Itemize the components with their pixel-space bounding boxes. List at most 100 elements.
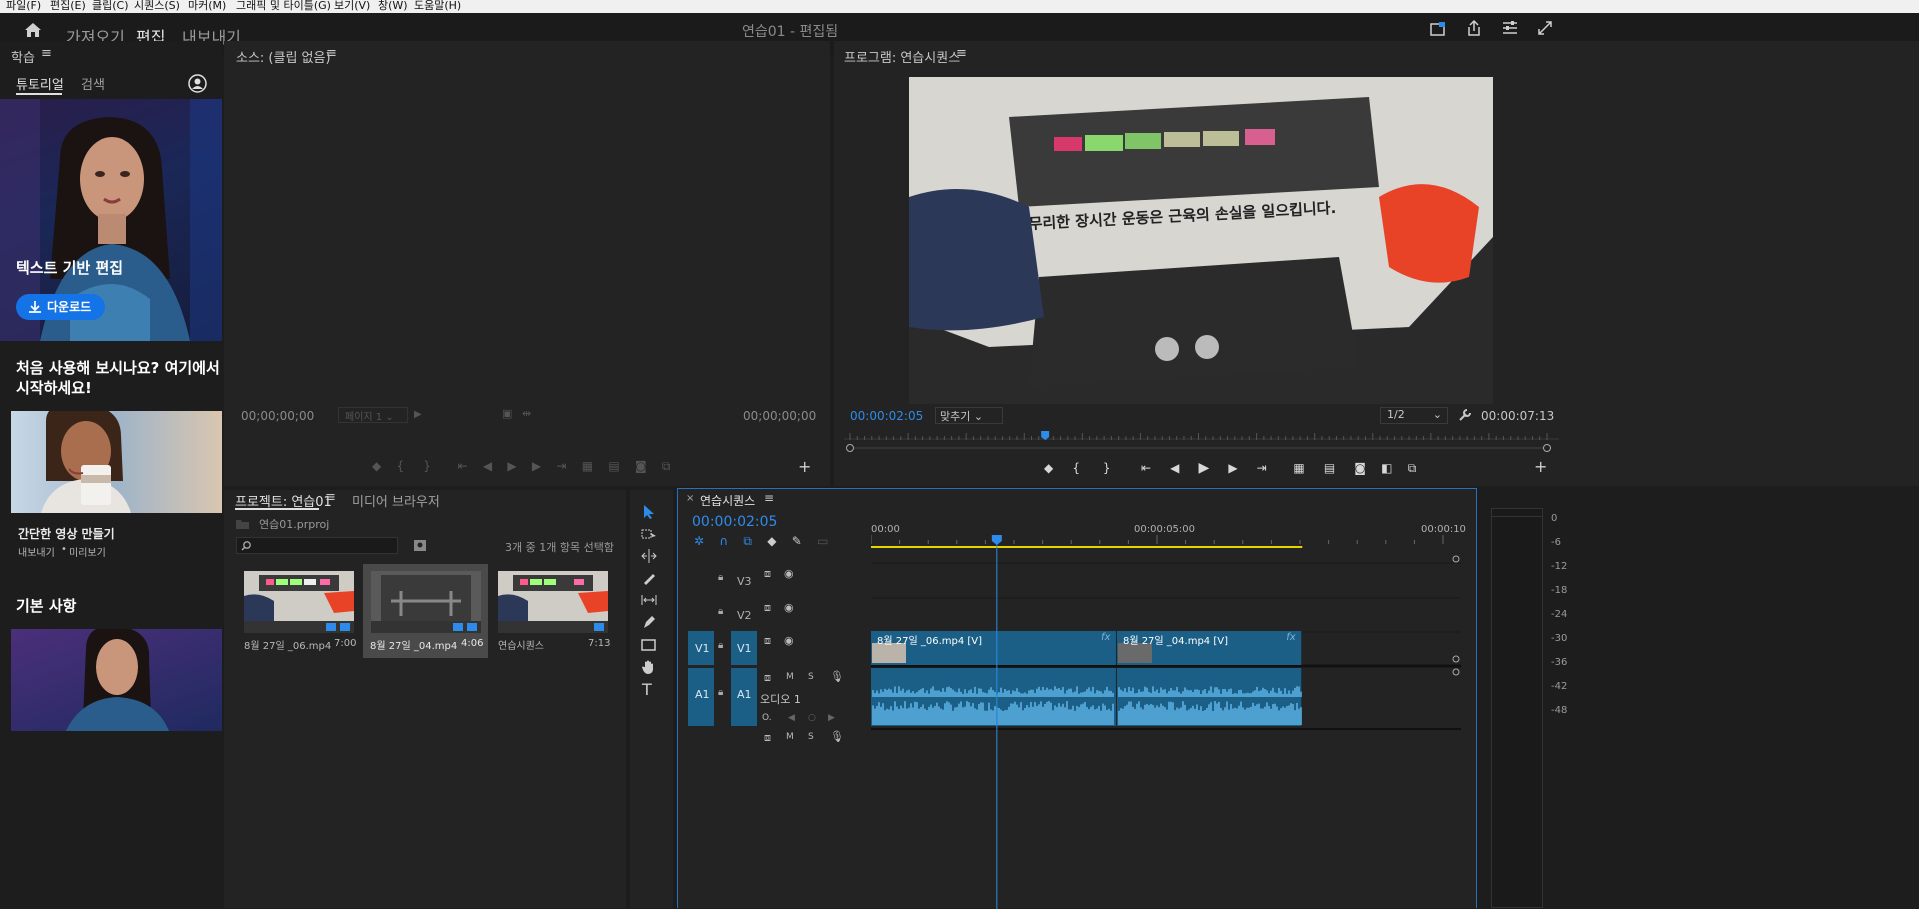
nest-toggle-icon[interactable]: ✲: [694, 534, 704, 548]
v3-track-label[interactable]: V3: [737, 575, 752, 588]
v1-sync-icon[interactable]: ⧈: [764, 634, 771, 648]
v2-sync-icon[interactable]: ⧈: [764, 601, 771, 615]
captions-icon[interactable]: ▭: [817, 534, 828, 548]
ripple-edit-icon[interactable]: [641, 549, 657, 563]
timeline-playhead-handle[interactable]: [991, 535, 1002, 545]
a1-voiceover-mic-icon[interactable]: 🎙︎: [830, 670, 844, 683]
project-item-clip-06[interactable]: 8월 27일 _06.mp4 7:00: [238, 571, 360, 658]
home-icon[interactable]: [23, 21, 43, 39]
workspace-icon[interactable]: [1502, 21, 1518, 35]
work-area-bar[interactable]: [871, 546, 1303, 548]
add-marker-timeline-icon[interactable]: ◆: [767, 534, 776, 548]
step-forward-icon[interactable]: ▶: [1228, 461, 1237, 475]
tutorial-card-image[interactable]: [11, 411, 222, 513]
timeline-timecode[interactable]: 00:00:02:05: [692, 514, 777, 530]
menu-help[interactable]: 도움말(H): [414, 0, 461, 13]
step-back-icon[interactable]: ◀: [1170, 461, 1179, 475]
go-to-in-icon[interactable]: ⇤: [1141, 461, 1151, 475]
extract-icon[interactable]: ▤: [1324, 461, 1335, 475]
menu-graphics[interactable]: 그래픽 및 타이틀(G): [236, 0, 331, 13]
mark-out-icon[interactable]: }: [1103, 461, 1111, 475]
v1-lock-icon[interactable]: 🔒︎: [718, 640, 723, 651]
program-playhead-timecode[interactable]: 00:00:02:05: [850, 409, 923, 423]
program-add-button-icon[interactable]: +: [1534, 457, 1547, 476]
type-tool-icon[interactable]: T: [642, 680, 652, 699]
source-add-button-icon[interactable]: +: [798, 457, 811, 476]
v2-eye-icon[interactable]: ◉: [784, 601, 794, 614]
fit-zoom-select[interactable]: 맞추기 ⌄: [935, 407, 1003, 424]
go-to-out-icon[interactable]: ⇥: [1257, 461, 1267, 475]
v3-sync-icon[interactable]: ⧈: [764, 567, 771, 581]
v1-eye-icon[interactable]: ◉: [784, 634, 794, 647]
selection-tool-icon[interactable]: [642, 504, 656, 520]
a2-mute-button[interactable]: M: [786, 732, 794, 742]
project-item-sequence[interactable]: 연습시퀀스 7:13: [492, 571, 614, 658]
tutorial-card-title[interactable]: 간단한 영상 만들기: [18, 525, 115, 542]
a1-keyframe-prev-icon[interactable]: ◀: [788, 713, 795, 723]
lift-icon[interactable]: ▦: [1293, 461, 1304, 475]
v2-track-label[interactable]: V2: [737, 609, 752, 622]
slip-icon[interactable]: [641, 593, 657, 607]
program-panel-menu[interactable]: ≡: [956, 46, 967, 61]
project-item-clip-04[interactable]: 8월 27일 _04.mp4 4:06: [363, 564, 488, 658]
program-time-ruler[interactable]: [844, 431, 1559, 453]
source-page-select[interactable]: 페이지 1 ⌄: [338, 407, 408, 423]
tab-tutorials[interactable]: 튜토리얼: [16, 74, 64, 93]
timeline-tracks-area[interactable]: [871, 535, 1461, 909]
a1-sync-icon[interactable]: ⧈: [764, 671, 771, 685]
a2-voiceover-mic-icon[interactable]: 🎙︎: [830, 730, 844, 743]
export-frame-icon[interactable]: ◙: [1354, 461, 1366, 475]
rectangle-icon[interactable]: [641, 638, 657, 652]
menu-edit[interactable]: 편집(E): [50, 0, 86, 13]
tab-media-browser[interactable]: 미디어 브라우저: [352, 491, 440, 510]
timeline-settings-icon[interactable]: ✎: [792, 534, 802, 548]
tab-search[interactable]: 검색: [81, 74, 105, 93]
learn-panel-menu[interactable]: ≡: [41, 46, 52, 61]
mark-in-icon[interactable]: {: [1072, 461, 1080, 475]
a1-keyframe-next-icon[interactable]: ▶: [828, 713, 835, 723]
v3-eye-icon[interactable]: ◉: [784, 567, 794, 580]
hand-icon[interactable]: [641, 659, 657, 675]
comparison-view-icon[interactable]: ◧: [1381, 461, 1392, 475]
project-search-input[interactable]: [236, 537, 398, 554]
sequence-tab[interactable]: 연습시퀀스: [700, 492, 755, 509]
snap-icon[interactable]: ∩: [719, 534, 728, 548]
track-select-icon[interactable]: [641, 527, 657, 541]
a2-sync-icon[interactable]: ⧈: [764, 731, 771, 745]
add-marker-icon[interactable]: ◆: [1044, 461, 1053, 475]
timeline-zoom-top[interactable]: [1452, 555, 1460, 563]
menu-view[interactable]: 보기(V): [334, 0, 370, 13]
linked-selection-icon[interactable]: ⧉: [743, 534, 752, 548]
a2-solo-button[interactable]: S: [808, 732, 814, 742]
download-button[interactable]: 다운로드: [16, 294, 105, 320]
program-video-frame[interactable]: 무리한 장시간 운동은 근육의 손실을 일으킵니다.: [909, 77, 1493, 404]
play-icon[interactable]: ▶: [1198, 460, 1209, 476]
razor-icon[interactable]: [641, 571, 657, 585]
v3-lock-icon[interactable]: 🔒︎: [718, 572, 723, 583]
playback-resolution-select[interactable]: 1/2 ⌄: [1380, 407, 1448, 424]
wrench-settings-icon[interactable]: [1458, 408, 1472, 422]
menu-window[interactable]: 창(W): [378, 0, 408, 13]
share-icon[interactable]: [1466, 19, 1482, 37]
close-sequence-icon[interactable]: ×: [686, 493, 694, 504]
fullscreen-icon[interactable]: [1537, 20, 1553, 36]
project-tab-menu[interactable]: ≡: [325, 490, 336, 505]
find-icon[interactable]: [414, 540, 426, 551]
pen-icon[interactable]: [641, 615, 657, 629]
source-panel-menu[interactable]: ≡: [326, 46, 337, 61]
menu-marker[interactable]: 마커(M): [188, 0, 226, 13]
menu-sequence[interactable]: 시퀀스(S): [134, 0, 180, 13]
quick-export-icon[interactable]: [1430, 21, 1446, 37]
menu-file[interactable]: 파일(F): [6, 0, 41, 13]
a1-solo-button[interactable]: S: [808, 672, 814, 682]
a1-mute-button[interactable]: M: [786, 672, 794, 682]
profile-icon[interactable]: [188, 74, 207, 93]
proxy-toggle-icon[interactable]: ⧉: [1408, 461, 1417, 475]
audio-zoom-top[interactable]: [1452, 668, 1460, 676]
a1-lock-icon[interactable]: 🔒︎: [718, 687, 723, 698]
tutorial-hero-card[interactable]: 텍스트 기반 편집 다운로드: [0, 99, 222, 341]
v2-lock-icon[interactable]: 🔒︎: [718, 606, 723, 617]
timeline-zoom-bottom[interactable]: [1452, 655, 1460, 663]
menu-clip[interactable]: 클립(C): [92, 0, 129, 13]
basics-card-image[interactable]: [11, 629, 222, 731]
